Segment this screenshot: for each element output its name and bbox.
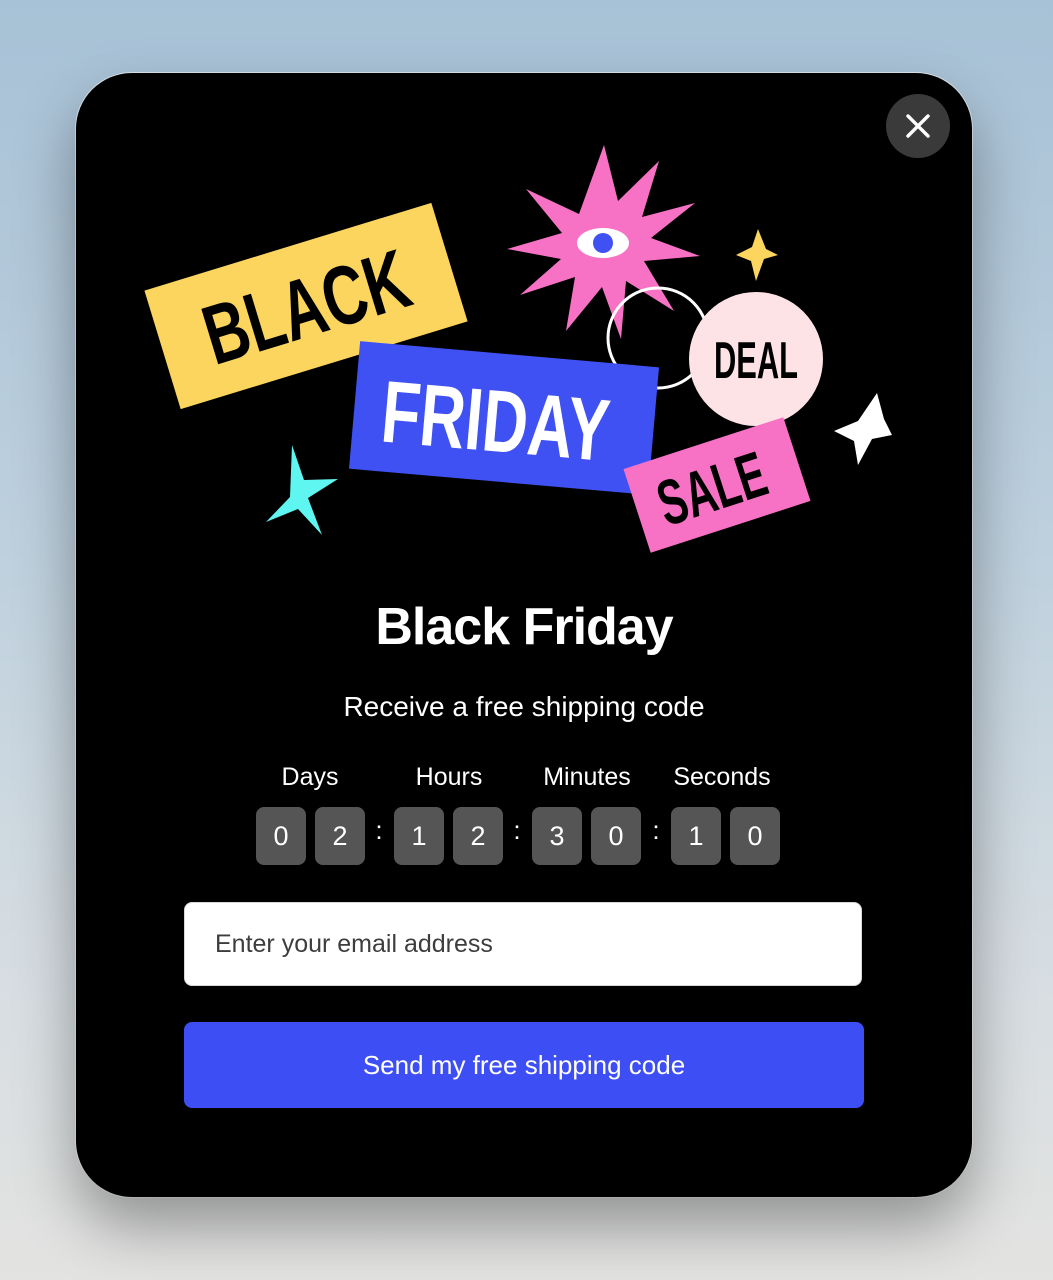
promo-modal: BLACK FRIDAY DEAL SALE Black Friday Rece…	[76, 73, 972, 1197]
send-code-button[interactable]: Send my free shipping code	[184, 1022, 864, 1108]
countdown-digit-minutes-2: 0	[591, 807, 641, 865]
friday-tag-label: FRIDAY	[378, 362, 614, 480]
sparkle-white-icon	[834, 393, 892, 465]
countdown-digit-days-2: 2	[315, 807, 365, 865]
star-cyan-icon	[266, 445, 338, 535]
countdown-timer: Days Hours Minutes Seconds 0 2 : 1 2 : 3…	[256, 763, 782, 873]
countdown-separator: :	[652, 815, 660, 845]
countdown-digit-minutes-1: 3	[532, 807, 582, 865]
friday-tag: FRIDAY	[348, 341, 660, 495]
sparkle-yellow-icon	[736, 229, 778, 281]
countdown-label-minutes: Minutes	[543, 763, 631, 791]
deal-badge-label: DEAL	[714, 332, 798, 390]
countdown-label-hours: Hours	[415, 763, 483, 791]
email-input[interactable]	[184, 902, 862, 986]
countdown-digit-hours-2: 2	[453, 807, 503, 865]
countdown-digit-days-1: 0	[256, 807, 306, 865]
sale-tag-label: SALE	[648, 438, 775, 540]
countdown-digit-seconds-2: 0	[730, 807, 780, 865]
countdown-digit-hours-1: 1	[394, 807, 444, 865]
countdown-separator: :	[375, 815, 383, 845]
black-friday-illustration: BLACK FRIDAY DEAL SALE	[144, 145, 892, 553]
countdown-digit-seconds-1: 1	[671, 807, 721, 865]
countdown-separator: :	[513, 815, 521, 845]
modal-subtitle: Receive a free shipping code	[343, 691, 705, 722]
modal-title: Black Friday	[375, 598, 673, 656]
countdown-label-seconds: Seconds	[673, 763, 771, 791]
countdown-label-days: Days	[281, 763, 339, 791]
